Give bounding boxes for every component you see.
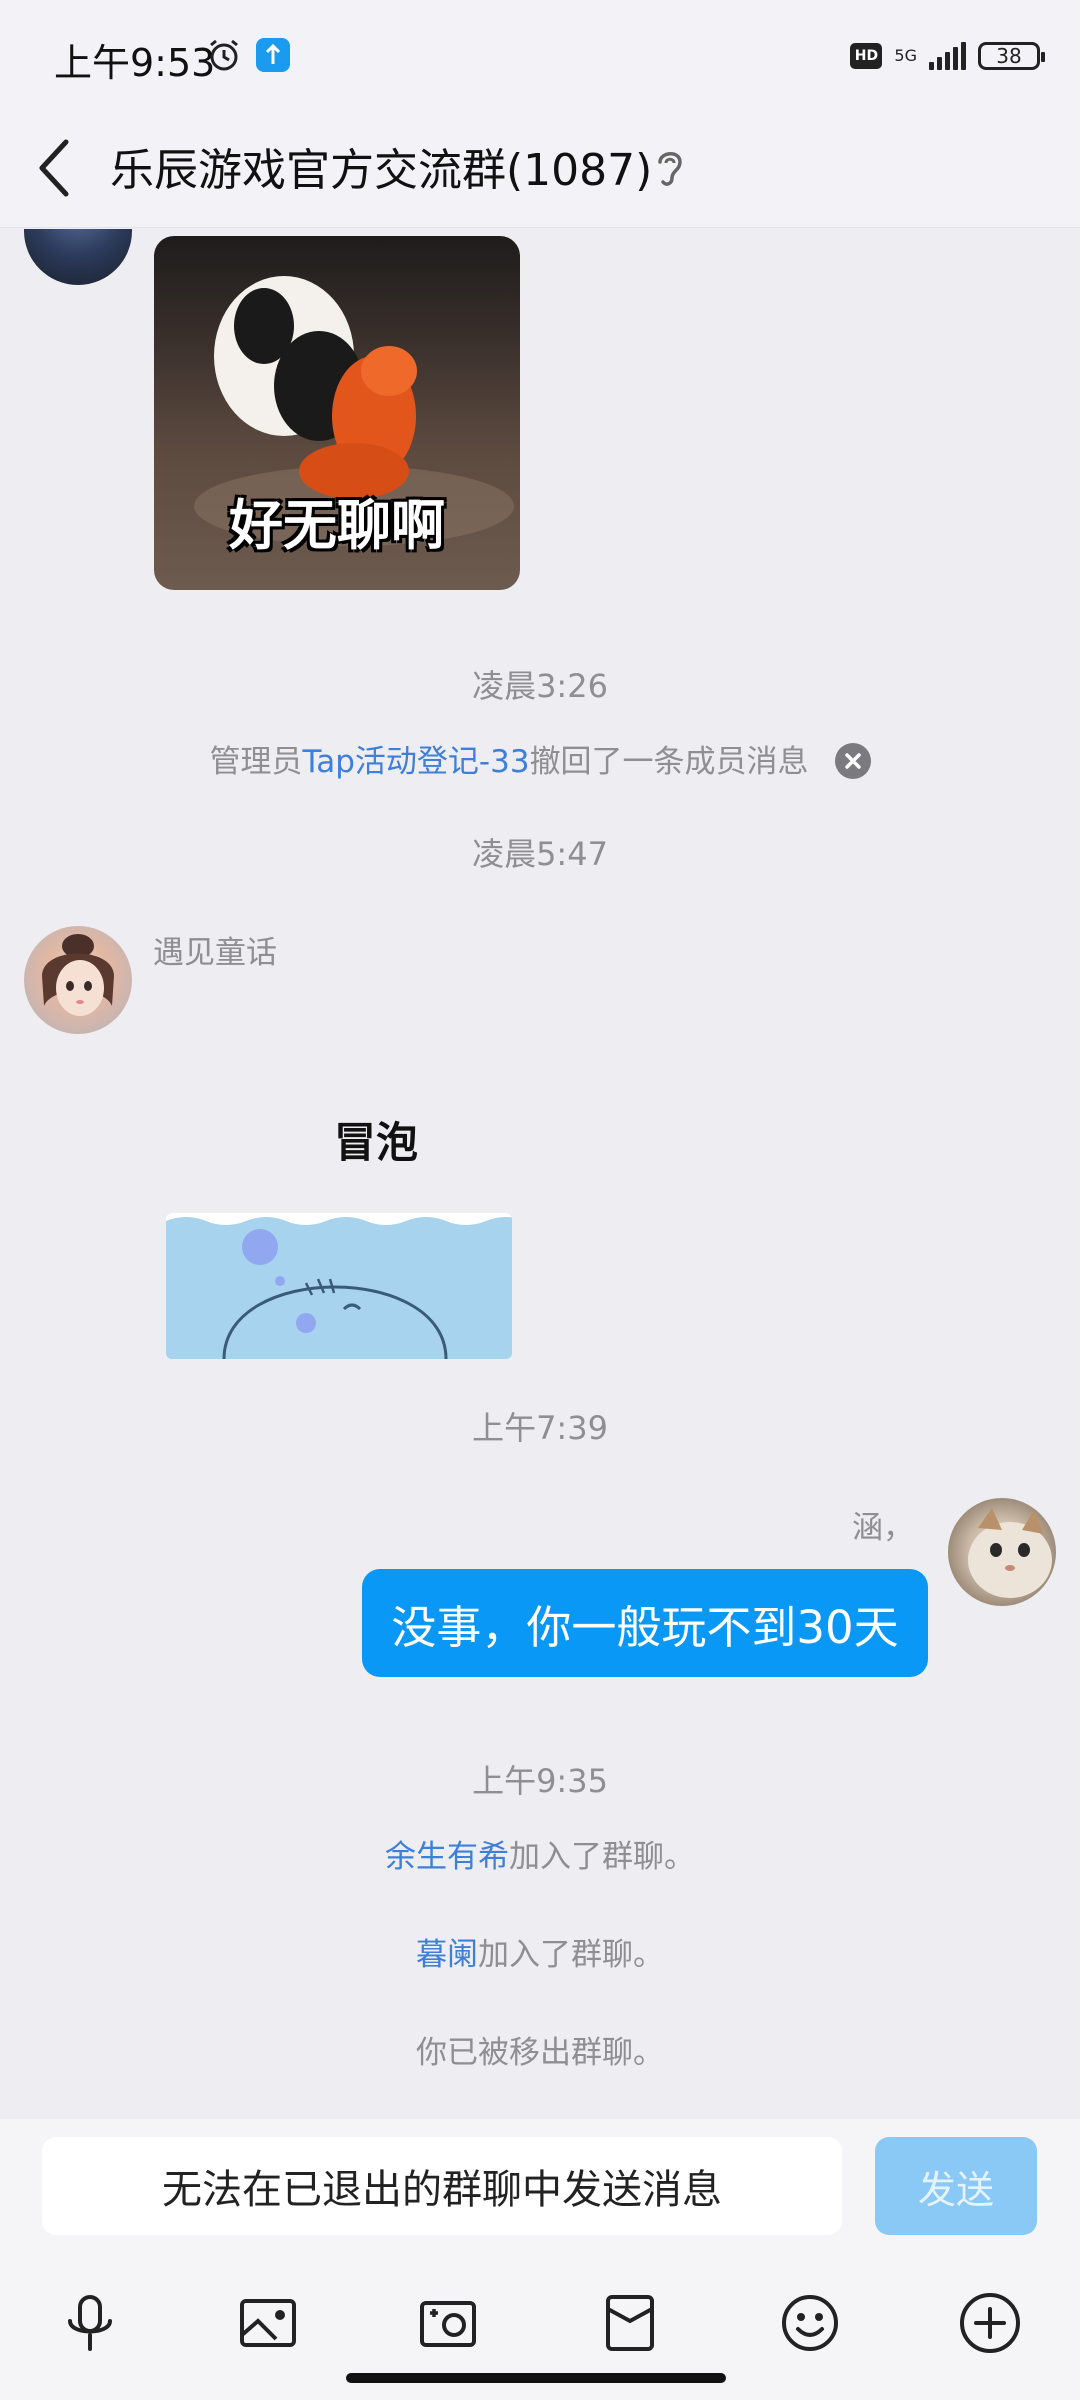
close-icon[interactable] [834, 742, 871, 779]
avatar[interactable] [24, 926, 132, 1034]
signal-icon [929, 42, 966, 70]
admin-name-link[interactable]: Tap活动登记-33 [302, 744, 529, 780]
avatar[interactable] [24, 229, 132, 285]
join-text: 加入了群聊。 [478, 1937, 664, 1973]
bubble-illustration [166, 1213, 512, 1359]
sender-name[interactable]: 涵， [852, 1502, 914, 1547]
sticker-text: 冒泡 [334, 1118, 419, 1167]
girl-portrait [42, 934, 114, 1016]
hd-badge: HD [850, 43, 883, 69]
member-name-link[interactable]: 余生有希 [385, 1839, 509, 1875]
message-input[interactable]: 无法在已退出的群聊中发送消息 [42, 2137, 842, 2235]
sticker-caption: 好无聊啊 [229, 494, 445, 557]
cat-portrait [968, 1508, 1052, 1598]
timestamp: 上午7:39 [472, 1409, 608, 1447]
status-time: 上午9:53 [54, 41, 216, 85]
battery-icon: 38 [978, 42, 1045, 70]
bubble-sticker-image[interactable] [166, 1213, 512, 1359]
member-name-link[interactable]: 暮阑 [416, 1937, 478, 1973]
avatar[interactable] [948, 1498, 1056, 1606]
recall-suffix: 撤回了一条成员消息 [529, 744, 809, 780]
panda-sticker-image[interactable]: 好无聊啊 [154, 236, 520, 590]
join-notice: 暮阑加入了群聊。 [0, 1929, 1080, 1974]
status-bar: 上午9:53 HD 5G 38 [0, 0, 1080, 110]
chat-message-list[interactable]: 好无聊啊 凌晨3:26 管理员Tap活动登记-33撤回了一条成员消息 凌晨5:4… [0, 229, 1080, 2119]
emoji-icon[interactable] [778, 2291, 842, 2355]
join-text: 加入了群聊。 [509, 1839, 695, 1875]
alarm-icon [210, 39, 238, 71]
timestamp: 上午9:35 [472, 1762, 608, 1800]
upload-app-icon [256, 38, 290, 72]
red-packet-icon[interactable] [598, 2291, 662, 2355]
timestamp: 凌晨3:26 [472, 667, 608, 705]
camera-icon[interactable] [416, 2291, 480, 2355]
back-arrow-icon[interactable] [28, 130, 84, 206]
removed-notice: 你已被移出群聊。 [416, 2035, 664, 2071]
chat-header: 乐辰游戏官方交流群(1087) [0, 110, 1080, 228]
group-title[interactable]: 乐辰游戏官方交流群(1087) [110, 134, 652, 198]
status-indicators: HD 5G 38 [850, 38, 1045, 74]
ear-icon[interactable] [652, 144, 688, 194]
network-label: 5G [894, 46, 917, 65]
input-area: 无法在已退出的群聊中发送消息 发送 [0, 2119, 1080, 2400]
sender-name[interactable]: 遇见童话 [153, 927, 277, 972]
recall-prefix: 管理员 [209, 744, 303, 780]
microphone-icon[interactable] [58, 2291, 122, 2355]
battery-level: 38 [996, 44, 1022, 68]
send-button[interactable]: 发送 [875, 2137, 1037, 2235]
image-icon[interactable] [236, 2291, 300, 2355]
recall-notice: 管理员Tap活动登记-33撤回了一条成员消息 [0, 736, 1080, 782]
timestamp: 凌晨5:47 [472, 835, 608, 873]
home-indicator[interactable] [346, 2373, 726, 2383]
message-bubble[interactable]: 没事，你一般玩不到30天 [362, 1569, 928, 1677]
join-notice: 余生有希加入了群聊。 [0, 1831, 1080, 1876]
plus-icon[interactable] [958, 2291, 1022, 2355]
